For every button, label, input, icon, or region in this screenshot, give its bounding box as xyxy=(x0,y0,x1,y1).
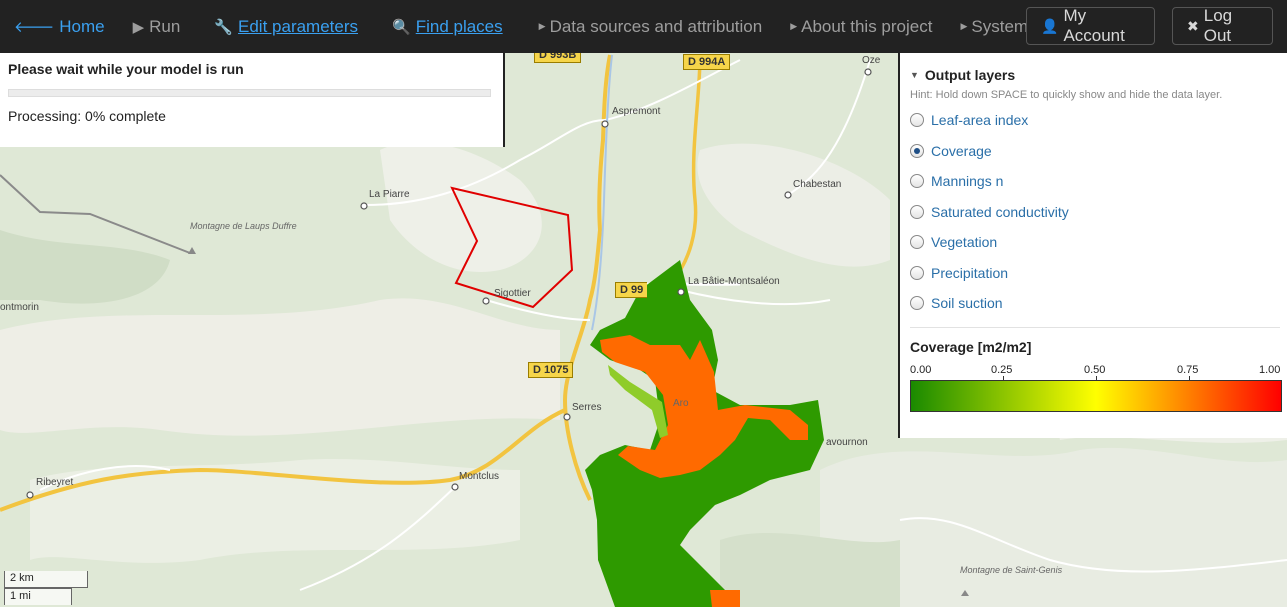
radio-button[interactable] xyxy=(910,113,924,128)
road-label-d993b: D 993B xyxy=(534,53,582,63)
layer-option-vegetation[interactable]: Vegetation xyxy=(910,227,1279,258)
arrow-left-icon: 🡐 xyxy=(14,19,55,36)
nav-data-sources-label: Data sources and attribution xyxy=(549,16,763,36)
place-label-la-piarre: La Piarre xyxy=(369,189,410,200)
caret-right-icon: ▶ xyxy=(790,21,798,31)
radio-button[interactable] xyxy=(910,143,924,158)
legend-tick-label: 0.50 xyxy=(1084,363,1106,376)
place-label-chabestan: Chabestan xyxy=(793,179,842,190)
nav-edit-parameters[interactable]: 🔧 Edit parameters xyxy=(200,0,372,53)
legend-tick-label: 0.00 xyxy=(910,363,932,376)
scale-bar: 2 km 1 mi xyxy=(4,571,88,605)
top-navbar: 🡐 Home ▶ Run 🔧 Edit parameters 🔍 Find pl… xyxy=(0,0,1287,53)
legend-tick-label: 1.00 xyxy=(1259,363,1281,376)
place-label-montmorin: ontmorin xyxy=(0,302,39,313)
layer-option-label: Soil suction xyxy=(931,295,1003,312)
road-label-d99: D 99 xyxy=(615,282,648,298)
legend-title: Coverage [m2/m2] xyxy=(910,338,1032,355)
layer-option-label: Saturated conductivity xyxy=(931,203,1069,220)
radio-button[interactable] xyxy=(910,174,924,189)
place-label-la-batie-montsaleon: La Bâtie-Montsaléon xyxy=(688,276,780,287)
place-label-sigottier: Sigottier xyxy=(494,288,531,299)
layer-list: Leaf-area index Coverage Mannings n Satu… xyxy=(910,105,1279,319)
nav-find-places-label: Find places xyxy=(415,16,503,36)
nav-edit-parameters-label: Edit parameters xyxy=(238,16,359,36)
place-label-serres: Serres xyxy=(572,402,602,413)
nav-find-places[interactable]: 🔍 Find places xyxy=(378,0,517,53)
divider xyxy=(910,326,1280,328)
layer-option-label: Vegetation xyxy=(931,234,998,251)
close-icon: ✖ xyxy=(1187,17,1199,34)
wrench-icon: 🔧 xyxy=(214,18,234,36)
nav-home[interactable]: 🡐 Home xyxy=(0,0,119,53)
nav-about[interactable]: ▶ About this project xyxy=(776,0,946,53)
road-label-d1075: D 1075 xyxy=(528,362,574,378)
layer-option-soil-suction[interactable]: Soil suction xyxy=(910,288,1279,319)
layer-option-label: Leaf-area index xyxy=(931,112,1029,129)
progress-status: Processing: 0% complete xyxy=(8,108,166,124)
progress-bar xyxy=(8,89,491,97)
place-label-montagne-saint-genis: Montagne de Saint-Genis xyxy=(960,565,1063,575)
my-account-label: My Account xyxy=(1063,6,1125,45)
play-icon: ▶ xyxy=(132,18,145,36)
legend-tick-mark xyxy=(1096,375,1097,381)
legend-tick-mark xyxy=(1003,375,1004,381)
output-layers-toggle[interactable]: ▼ Output layers xyxy=(910,67,1279,83)
scale-mi: 1 mi xyxy=(4,588,72,605)
place-label-ribeyret: Ribeyret xyxy=(36,477,74,488)
nav-data-sources[interactable]: ▶ Data sources and attribution xyxy=(525,0,777,53)
layer-option-mannings-n[interactable]: Mannings n xyxy=(910,166,1279,197)
output-layers-panel: ▼ Output layers Hint: Hold down SPACE to… xyxy=(898,53,1287,438)
log-out-label: Log Out xyxy=(1203,6,1233,45)
layer-option-label: Mannings n xyxy=(931,173,1004,190)
layer-option-precipitation[interactable]: Precipitation xyxy=(910,258,1279,289)
my-account-button[interactable]: 👤 My Account xyxy=(1026,6,1155,45)
scale-km: 2 km xyxy=(4,571,88,588)
progress-title: Please wait while your model is run xyxy=(8,61,244,77)
layer-option-label: Precipitation xyxy=(931,264,1009,281)
place-label-aspremont: Aspremont xyxy=(612,106,661,117)
radio-button[interactable] xyxy=(910,235,924,250)
place-label-arc: Aro xyxy=(673,398,689,409)
place-label-montagne-laups: Montagne de Laups Duffre xyxy=(190,221,297,231)
caret-down-icon: ▼ xyxy=(910,70,919,80)
layers-hint: Hint: Hold down SPACE to quickly show an… xyxy=(910,89,1223,101)
nav-about-label: About this project xyxy=(801,16,933,36)
layer-option-label: Coverage xyxy=(931,142,992,159)
legend-tick-label: 0.25 xyxy=(991,363,1013,376)
nav-home-label: Home xyxy=(59,16,105,36)
place-label-oze: Oze xyxy=(862,55,881,66)
progress-panel: Please wait while your model is run Proc… xyxy=(0,53,505,147)
place-label-savournon: avournon xyxy=(826,437,868,448)
user-icon: 👤 xyxy=(1041,17,1059,34)
road-label-d994a: D 994A xyxy=(683,54,731,70)
log-out-button[interactable]: ✖ Log Out xyxy=(1172,6,1273,45)
legend-color-bar xyxy=(910,375,1282,412)
layer-option-coverage[interactable]: Coverage xyxy=(910,136,1279,167)
radio-button[interactable] xyxy=(910,265,924,280)
search-icon: 🔍 xyxy=(392,18,411,36)
layer-option-leaf-area-index[interactable]: Leaf-area index xyxy=(910,105,1279,136)
legend-tick-label: 0.75 xyxy=(1177,363,1199,376)
place-label-montclus: Montclus xyxy=(459,471,500,482)
radio-button[interactable] xyxy=(910,204,924,219)
caret-right-icon: ▶ xyxy=(960,21,968,31)
layer-option-saturated-conductivity[interactable]: Saturated conductivity xyxy=(910,197,1279,228)
caret-right-icon: ▶ xyxy=(538,21,546,31)
legend-tick-mark xyxy=(1189,375,1190,381)
output-layers-title: Output layers xyxy=(924,67,1016,83)
nav-run-label: Run xyxy=(149,16,181,36)
radio-button[interactable] xyxy=(910,296,924,311)
nav-run[interactable]: ▶ Run xyxy=(119,0,195,53)
